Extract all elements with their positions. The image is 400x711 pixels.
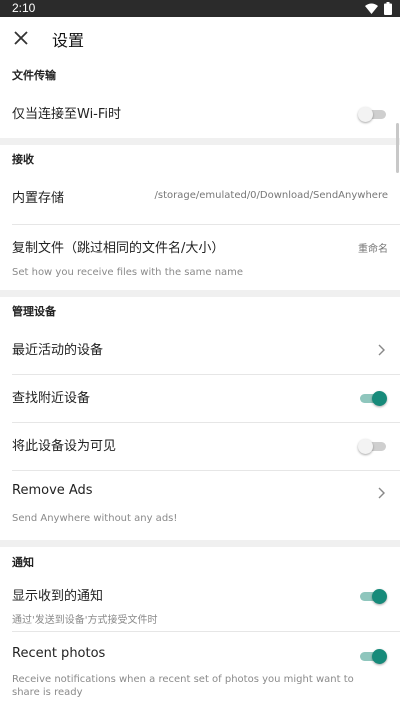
storage-path: /storage/emulated/0/Download/SendAnywher… bbox=[154, 190, 388, 201]
setting-label: Remove Ads bbox=[12, 483, 93, 498]
setting-label: 最近活动的设备 bbox=[12, 343, 104, 358]
recent-photos-setting[interactable]: Recent photos Receive notifications when… bbox=[0, 632, 400, 702]
chevron-right-icon bbox=[378, 487, 385, 499]
recent-devices-setting[interactable]: 最近活动的设备 bbox=[0, 327, 400, 374]
battery-icon bbox=[384, 2, 392, 15]
section-divider bbox=[0, 290, 400, 297]
section-header: 文件传输 bbox=[12, 69, 56, 82]
wifi-only-setting[interactable]: 仅当连接至Wi-Fi时 bbox=[0, 93, 400, 138]
section-header: 管理设备 bbox=[12, 305, 56, 318]
section-file-transfer: 文件传输 仅当连接至Wi-Fi时 bbox=[0, 59, 400, 138]
status-bar: 2:10 bbox=[0, 0, 400, 17]
duplicate-files-setting[interactable]: 复制文件（跳过相同的文件名/大小） 重命名 Set how you receiv… bbox=[0, 225, 400, 290]
section-divider bbox=[0, 540, 400, 547]
device-visible-setting[interactable]: 将此设备设为可见 bbox=[0, 423, 400, 470]
setting-description: Set how you receive files with the same … bbox=[12, 267, 244, 278]
duplicate-mode-value: 重命名 bbox=[358, 244, 388, 255]
setting-label: 仅当连接至Wi-Fi时 bbox=[12, 107, 122, 122]
setting-description: Receive notifications when a recent set … bbox=[12, 674, 354, 698]
section-header: 通知 bbox=[12, 556, 34, 569]
close-icon[interactable] bbox=[12, 29, 30, 47]
wifi-icon bbox=[365, 3, 378, 14]
chevron-right-icon bbox=[378, 344, 385, 356]
setting-label: 内置存储 bbox=[12, 191, 65, 206]
section-divider bbox=[0, 138, 400, 145]
remove-ads-setting[interactable]: Remove Ads Send Anywhere without any ads… bbox=[0, 471, 400, 540]
section-receive: 接收 内置存储 /storage/emulated/0/Download/Sen… bbox=[0, 145, 400, 290]
find-nearby-toggle[interactable] bbox=[360, 389, 387, 407]
setting-description: Send Anywhere without any ads! bbox=[12, 513, 178, 524]
find-nearby-setting[interactable]: 查找附近设备 bbox=[0, 375, 400, 422]
section-manage-devices: 管理设备 最近活动的设备 查找附近设备 将此设备设为可见 Remove Ads … bbox=[0, 297, 400, 540]
show-notifications-setting[interactable]: 显示收到的通知 通过'发送到设备'方式接受文件时 bbox=[0, 579, 400, 631]
recent-photos-toggle[interactable] bbox=[360, 647, 387, 665]
app-bar: 设置 bbox=[0, 17, 400, 59]
setting-label: 将此设备设为可见 bbox=[12, 439, 117, 454]
setting-description: 通过'发送到设备'方式接受文件时 bbox=[12, 615, 158, 626]
wifi-only-toggle[interactable] bbox=[358, 105, 386, 123]
scrollbar[interactable] bbox=[396, 123, 399, 173]
device-visible-toggle[interactable] bbox=[358, 437, 386, 455]
setting-label: Recent photos bbox=[12, 646, 106, 661]
status-icons bbox=[365, 2, 392, 15]
storage-setting[interactable]: 内置存储 /storage/emulated/0/Download/SendAn… bbox=[0, 175, 400, 224]
setting-label: 查找附近设备 bbox=[12, 391, 91, 406]
settings-list: 文件传输 仅当连接至Wi-Fi时 接收 内置存储 /storage/emulat… bbox=[0, 59, 400, 711]
setting-label: 显示收到的通知 bbox=[12, 589, 104, 604]
page-title: 设置 bbox=[52, 31, 85, 50]
status-time: 2:10 bbox=[12, 1, 36, 15]
section-header: 接收 bbox=[12, 153, 34, 166]
setting-label: 复制文件（跳过相同的文件名/大小） bbox=[12, 241, 225, 256]
show-notifications-toggle[interactable] bbox=[360, 587, 387, 605]
section-notifications: 通知 显示收到的通知 通过'发送到设备'方式接受文件时 Recent photo… bbox=[0, 547, 400, 702]
